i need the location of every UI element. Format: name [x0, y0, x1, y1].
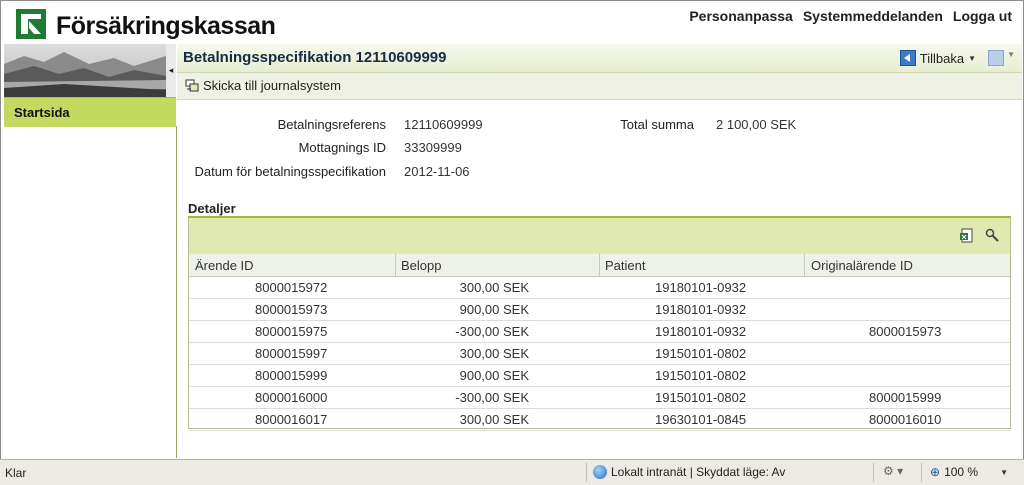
- status-divider: [586, 463, 587, 482]
- zone-text: Lokalt intranät | Skyddat läge: Av: [611, 465, 786, 479]
- system-messages-link[interactable]: Systemmeddelanden: [803, 8, 943, 24]
- top-links: Personanpassa Systemmeddelanden Logga ut: [689, 8, 1012, 24]
- column-header-original-id[interactable]: Originalärende ID: [811, 258, 913, 273]
- status-divider: [921, 463, 922, 482]
- chevron-down-icon[interactable]: ▼: [1000, 468, 1008, 477]
- landscape-image: [4, 44, 166, 97]
- cell-patient: 19630101-0845: [655, 412, 747, 427]
- payment-reference-value: 12110609999: [404, 117, 483, 132]
- browser-status-bar: Klar Lokalt intranät | Skyddat läge: Av …: [0, 459, 1024, 485]
- column-separator[interactable]: [599, 254, 600, 276]
- cell-arende-id: 8000015999: [255, 368, 328, 383]
- forward-icon[interactable]: [988, 50, 1004, 66]
- sidebar-body: [4, 126, 177, 458]
- zoom-control[interactable]: ⊕ 100 % ▼: [930, 465, 1008, 479]
- cell-arende-id: 8000016000: [255, 390, 328, 405]
- chevron-down-icon[interactable]: ▼: [968, 54, 976, 63]
- cell-patient: 19150101-0802: [655, 346, 747, 361]
- total-sum-label: Total summa: [620, 117, 694, 132]
- send-icon: [185, 79, 199, 92]
- payment-reference-label: Betalningsreferens: [277, 117, 386, 132]
- grid-toolbar: [189, 218, 1010, 254]
- globe-icon: [593, 465, 607, 479]
- cell-original-id: 8000015973: [869, 324, 942, 339]
- column-header-belopp[interactable]: Belopp: [401, 258, 441, 273]
- cell-patient: 19150101-0802: [655, 368, 747, 383]
- details-heading: Detaljer: [188, 201, 236, 216]
- status-text: Klar: [5, 466, 27, 480]
- table-row[interactable]: 8000015972 300,00 SEK 19180101-0932: [189, 277, 1010, 299]
- receipt-id-label: Mottagnings ID: [298, 140, 386, 155]
- zoom-icon: ⊕: [930, 465, 941, 479]
- sidebar-item-label: Startsida: [14, 105, 70, 120]
- collapse-sidebar-toggle[interactable]: ◂: [166, 44, 176, 97]
- settings-icon[interactable]: [985, 228, 999, 243]
- cell-original-id: 8000015999: [869, 390, 942, 405]
- spec-date-value: 2012-11-06: [404, 164, 470, 179]
- sidebar-item-startsida[interactable]: Startsida: [4, 97, 176, 127]
- brand-name: Försäkringskassan: [56, 12, 276, 40]
- send-label: Skicka till journalsystem: [203, 78, 341, 93]
- column-header-arende-id[interactable]: Ärende ID: [195, 258, 254, 273]
- page-header: Betalningsspecifikation 12110609999 Till…: [177, 44, 1022, 73]
- cell-arende-id: 8000015972: [255, 280, 328, 295]
- cell-belopp: 900,00 SEK: [459, 302, 529, 317]
- cell-patient: 19180101-0932: [655, 302, 747, 317]
- cell-belopp: -300,00 SEK: [455, 390, 529, 405]
- page-title: Betalningsspecifikation 12110609999: [183, 49, 447, 66]
- column-header-patient[interactable]: Patient: [605, 258, 645, 273]
- status-divider: [873, 463, 874, 482]
- export-icon[interactable]: [960, 228, 974, 243]
- cell-belopp: 300,00 SEK: [459, 346, 529, 361]
- chevron-down-icon[interactable]: ▼: [1007, 50, 1015, 59]
- grid-header: Ärende ID Belopp Patient Originalärende …: [189, 254, 1010, 277]
- personalize-link[interactable]: Personanpassa: [689, 8, 793, 24]
- cell-patient: 19180101-0932: [655, 324, 747, 339]
- grid-rows: 8000015972 300,00 SEK 19180101-0932 8000…: [189, 277, 1010, 431]
- column-separator[interactable]: [395, 254, 396, 276]
- table-row[interactable]: 8000015997 300,00 SEK 19150101-0802: [189, 343, 1010, 365]
- logo-icon: [16, 9, 46, 39]
- details-grid: Ärende ID Belopp Patient Originalärende …: [188, 216, 1011, 431]
- cell-patient: 19150101-0802: [655, 390, 747, 405]
- cell-original-id: 8000016010: [869, 412, 942, 427]
- table-row[interactable]: 8000015999 900,00 SEK 19150101-0802: [189, 365, 1010, 387]
- cell-belopp: 300,00 SEK: [459, 412, 529, 427]
- cell-patient: 19180101-0932: [655, 280, 747, 295]
- zoom-level: 100 %: [944, 465, 979, 479]
- table-row[interactable]: 8000015973 900,00 SEK 19180101-0932: [189, 299, 1010, 321]
- spec-date-label: Datum för betalningsspecifikation: [194, 164, 387, 179]
- cell-arende-id: 8000015975: [255, 324, 328, 339]
- security-icon[interactable]: ⚙ ▾: [883, 464, 903, 478]
- cell-arende-id: 8000015997: [255, 346, 328, 361]
- table-row[interactable]: 8000016017 300,00 SEK 19630101-0845 8000…: [189, 409, 1010, 431]
- back-icon: [899, 50, 916, 66]
- security-zone[interactable]: Lokalt intranät | Skyddat läge: Av: [593, 465, 785, 479]
- back-label: Tillbaka: [919, 50, 965, 66]
- receipt-id-value: 33309999: [404, 140, 462, 155]
- cell-arende-id: 8000016017: [255, 412, 328, 427]
- back-button[interactable]: Tillbaka ▼: [899, 50, 976, 66]
- total-sum-value: 2 100,00 SEK: [716, 117, 797, 132]
- send-to-journal-button[interactable]: Skicka till journalsystem: [185, 78, 341, 93]
- logout-link[interactable]: Logga ut: [953, 8, 1012, 24]
- cell-belopp: 900,00 SEK: [459, 368, 529, 383]
- table-row[interactable]: 8000016000 -300,00 SEK 19150101-0802 800…: [189, 387, 1010, 409]
- cell-belopp: 300,00 SEK: [459, 280, 529, 295]
- column-separator[interactable]: [804, 254, 805, 276]
- toolbar: Skicka till journalsystem: [177, 73, 1022, 100]
- cell-arende-id: 8000015973: [255, 302, 328, 317]
- cell-belopp: -300,00 SEK: [455, 324, 529, 339]
- table-row[interactable]: 8000015975 -300,00 SEK 19180101-0932 800…: [189, 321, 1010, 343]
